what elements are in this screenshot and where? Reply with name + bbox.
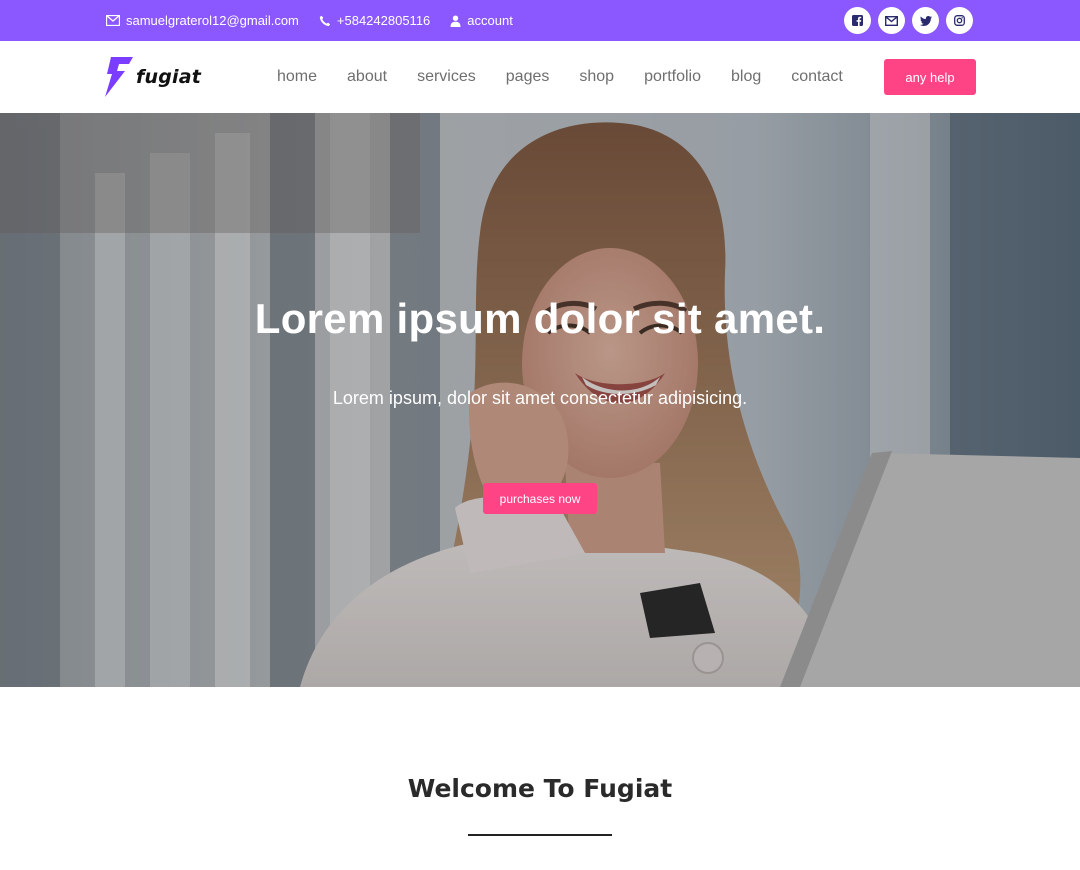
user-icon [450, 15, 461, 27]
nav-item-contact[interactable]: contact [791, 68, 843, 86]
social-links [837, 7, 973, 34]
phone-text: +584242805116 [336, 13, 431, 28]
nav-item-home[interactable]: home [277, 68, 317, 86]
email-contact[interactable]: samuelgraterol12@gmail.com [106, 13, 299, 28]
mail-button[interactable] [878, 7, 905, 34]
nav-menu: home about services pages shop portfolio… [262, 41, 873, 113]
heading-divider [468, 834, 612, 836]
twitter-icon [919, 15, 932, 26]
mail-icon [885, 15, 898, 26]
hero-subtitle: Lorem ipsum, dolor sit amet consectetur … [332, 388, 748, 408]
nav-item-pages[interactable]: pages [506, 68, 550, 86]
phone-icon [319, 15, 330, 26]
mail-icon [106, 15, 120, 26]
instagram-icon [954, 15, 965, 26]
account-link[interactable]: account [450, 13, 513, 28]
brand-logo[interactable]: fugiat [104, 56, 201, 98]
email-text: samuelgraterol12@gmail.com [126, 13, 299, 28]
contact-info: samuelgraterol12@gmail.com +584242805116… [106, 0, 533, 41]
facebook-icon [852, 15, 863, 26]
main-navbar: fugiat home about services pages shop po… [0, 41, 1080, 113]
instagram-button[interactable] [946, 7, 973, 34]
nav-item-shop[interactable]: shop [579, 68, 614, 86]
facebook-button[interactable] [844, 7, 871, 34]
nav-item-about[interactable]: about [347, 68, 387, 86]
nav-item-blog[interactable]: blog [731, 68, 761, 86]
welcome-heading: Welcome To Fugiat [407, 774, 673, 803]
phone-contact[interactable]: +584242805116 [319, 13, 430, 28]
nav-item-portfolio[interactable]: portfolio [644, 68, 701, 86]
lightning-bolt-icon [105, 57, 133, 97]
nav-item-services[interactable]: services [417, 68, 476, 86]
hero-banner: Lorem ipsum dolor sit amet. Lorem ipsum,… [0, 113, 1080, 687]
top-bar: samuelgraterol12@gmail.com +584242805116… [0, 0, 1080, 41]
account-text: account [467, 13, 513, 28]
purchase-button[interactable]: purchases now [483, 483, 597, 514]
brand-name: fugiat [136, 66, 202, 88]
hero-title: Lorem ipsum dolor sit amet. [254, 295, 826, 342]
twitter-button[interactable] [912, 7, 939, 34]
any-help-button[interactable]: any help [884, 59, 976, 95]
